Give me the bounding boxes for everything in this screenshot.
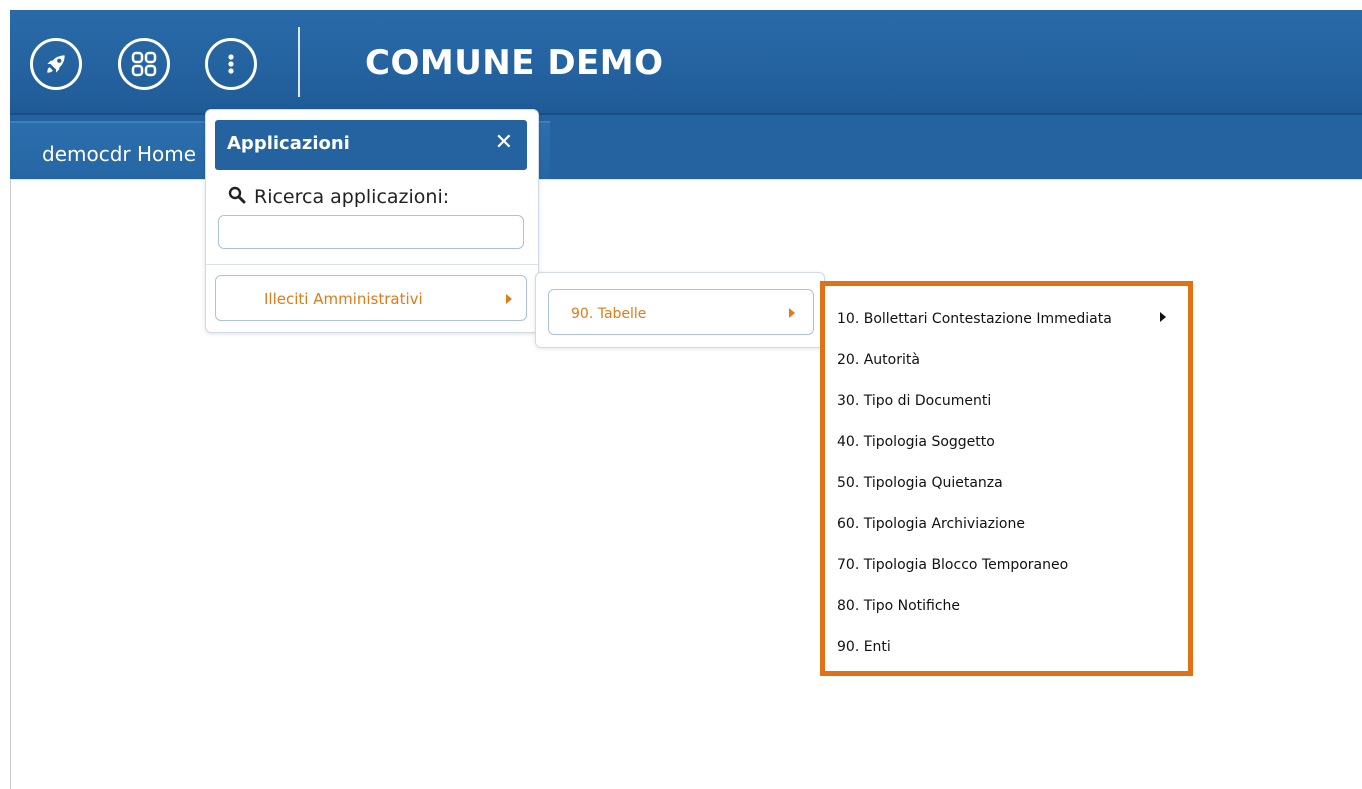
rocket-button[interactable] xyxy=(30,38,82,90)
menu-item-label: 30. Tipo di Documenti xyxy=(837,392,992,409)
menu-item-label: 60. Tipologia Archiviazione xyxy=(837,515,1025,532)
table-items-list: 10. Bollettari Contestazione Immediata 2… xyxy=(837,298,1182,667)
header-divider xyxy=(298,27,300,97)
menu-item-label: 10. Bollettari Contestazione Immediata xyxy=(837,310,1112,327)
menu-item-label: 20. Autorità xyxy=(837,351,920,368)
search-label: Ricerca applicazioni: xyxy=(254,186,450,208)
menu-item-illeciti-amministrativi[interactable]: Illeciti Amministrativi xyxy=(215,275,527,321)
menu-item-tipo-documenti[interactable]: 30. Tipo di Documenti xyxy=(837,380,1182,421)
panel-divider xyxy=(206,264,538,265)
search-icon xyxy=(228,186,246,208)
menu-item-tipologia-quietanza[interactable]: 50. Tipologia Quietanza xyxy=(837,462,1182,503)
tab-home-label: democdr Home xyxy=(42,142,197,166)
menu-item-tipologia-archiviazione[interactable]: 60. Tipologia Archiviazione xyxy=(837,503,1182,544)
menu-item-label: 40. Tipologia Soggetto xyxy=(837,433,995,450)
search-row: Ricerca applicazioni: xyxy=(228,184,449,210)
panel-header: Applicazioni ✕ xyxy=(215,120,527,170)
chevron-right-icon xyxy=(789,308,795,318)
submenu-tabelle-panel: 90. Tabelle xyxy=(535,272,825,348)
chevron-right-icon xyxy=(506,294,512,304)
chevron-right-icon xyxy=(1160,312,1166,322)
apps-grid-icon xyxy=(129,49,159,79)
menu-item-bollettari[interactable]: 10. Bollettari Contestazione Immediata xyxy=(837,298,1182,339)
close-icon[interactable]: ✕ xyxy=(495,130,513,156)
app-title: COMUNE DEMO xyxy=(365,43,664,83)
more-vertical-icon xyxy=(226,52,236,76)
menu-item-autorita[interactable]: 20. Autorità xyxy=(837,339,1182,380)
menu-item-enti[interactable]: 90. Enti xyxy=(837,626,1182,667)
menu-item-tipologia-blocco-temporaneo[interactable]: 70. Tipologia Blocco Temporaneo xyxy=(837,544,1182,585)
menu-item-tipologia-soggetto[interactable]: 40. Tipologia Soggetto xyxy=(837,421,1182,462)
more-options-button[interactable] xyxy=(205,38,257,90)
rocket-icon xyxy=(43,51,69,77)
menu-item-90-tabelle[interactable]: 90. Tabelle xyxy=(548,289,814,335)
apps-grid-button[interactable] xyxy=(118,38,170,90)
search-applications-input[interactable] xyxy=(218,215,524,249)
menu-item-label: 90. Enti xyxy=(837,638,891,655)
applications-panel: Applicazioni ✕ Ricerca applicazioni: Ill… xyxy=(205,109,539,333)
menu-item-label: 70. Tipologia Blocco Temporaneo xyxy=(837,556,1069,573)
menu-item-tipo-notifiche[interactable]: 80. Tipo Notifiche xyxy=(837,585,1182,626)
submenu-tabelle-items: 10. Bollettari Contestazione Immediata 2… xyxy=(820,281,1193,676)
panel-title: Applicazioni xyxy=(227,133,350,154)
menu-item-label: 90. Tabelle xyxy=(571,306,647,322)
top-header-bar: COMUNE DEMO xyxy=(10,10,1362,115)
menu-item-label: 80. Tipo Notifiche xyxy=(837,597,961,614)
menu-item-label: Illeciti Amministrativi xyxy=(264,290,423,308)
menu-item-label: 50. Tipologia Quietanza xyxy=(837,474,1003,491)
